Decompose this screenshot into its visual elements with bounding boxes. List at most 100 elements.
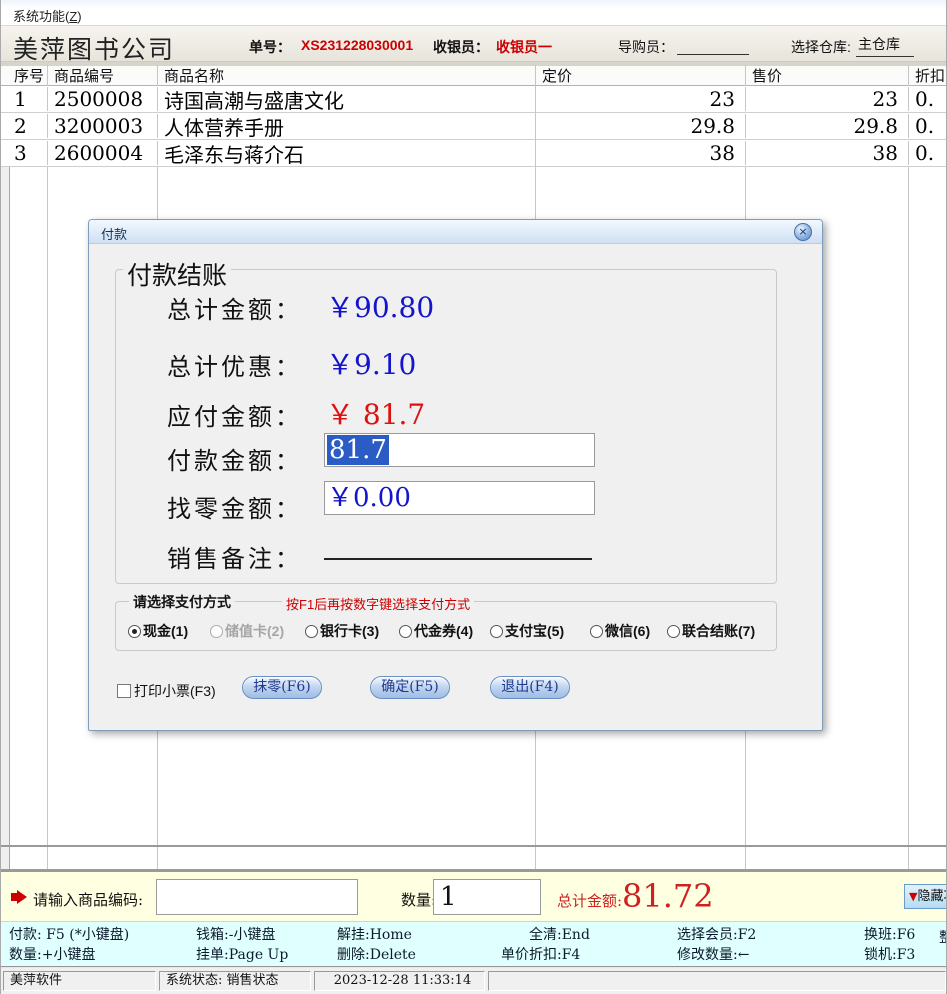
print-receipt-checkbox[interactable]: 打印小票(F3)	[117, 681, 216, 701]
grand-total-label: 总计金额:	[557, 890, 622, 911]
radio-icon	[128, 625, 141, 638]
empty-cell	[909, 167, 947, 845]
cell-index: 2	[10, 114, 48, 138]
radio-combined[interactable]: 联合结账(7)	[667, 623, 755, 639]
sale-remark-label: 销售备注：	[167, 539, 302, 574]
menu-label: 系统功能(	[13, 9, 69, 24]
item-code-label: 请输入商品编码:	[33, 889, 143, 910]
cell-code: 3200003	[48, 114, 158, 138]
cell-list-price: 23	[536, 87, 746, 111]
table-row[interactable]: 1 2500008 诗国高潮与盛唐文化 23 23 0.	[1, 86, 947, 113]
entry-bar: 请输入商品编码: 数量: 总计金额: 81.72 ▼隐藏功	[1, 871, 947, 921]
total-amount-label: 总计金额：	[167, 290, 302, 325]
radio-icon	[210, 625, 223, 638]
checkbox-icon	[117, 684, 131, 698]
pos-window: 系统功能(Z) 美萍图书公司 单号： XS231228030001 收银员： 收…	[0, 0, 947, 994]
selected-input-text: 81.7	[327, 435, 389, 465]
warehouse-select[interactable]: 主仓库	[856, 34, 914, 57]
table-row-selected[interactable]: ► 3 2600004 毛泽东与蒋介石 38 38 0.	[1, 140, 947, 167]
radio-label: 联合结账(7)	[682, 621, 755, 641]
total-amount-value: ￥90.80	[326, 286, 434, 326]
order-no-value: XS231228030001	[301, 37, 413, 53]
empty-cell	[10, 847, 48, 869]
radio-alipay[interactable]: 支付宝(5)	[490, 623, 564, 639]
empty-cell	[48, 847, 158, 869]
radio-icon	[305, 625, 318, 638]
payable-amount-label: 应付金额：	[167, 397, 302, 432]
status-app-name: 美萍软件	[3, 971, 156, 991]
company-title: 美萍图书公司	[13, 30, 175, 66]
empty-cell	[158, 847, 536, 869]
hotkey-col-member: 选择会员:F2修改数量:←	[677, 925, 756, 965]
cell-sale-price: 29.8	[746, 114, 909, 138]
payment-summary-title: 付款结账	[123, 256, 231, 292]
exit-button[interactable]: 退出(F4)	[490, 676, 570, 699]
hotkey-col-hold: 解挂:Home删除:Delete	[337, 925, 416, 965]
cell-name: 诗国高潮与盛唐文化	[158, 85, 536, 114]
item-code-input[interactable]	[156, 879, 358, 915]
cell-list-price: 38	[536, 141, 746, 165]
radio-label: 支付宝(5)	[505, 621, 564, 641]
cell-code: 2500008	[48, 87, 158, 111]
dialog-title: 付款	[101, 224, 127, 243]
guide-label: 导购员：	[618, 37, 674, 57]
cell-sale-price: 23	[746, 87, 909, 111]
hotkey-col-pay: 付款: F5 (*小键盘)数量:+小键盘	[9, 925, 129, 965]
sale-remark-input[interactable]	[324, 558, 592, 560]
grand-total-value: 81.72	[622, 877, 714, 915]
quantity-input[interactable]	[433, 879, 541, 915]
checkbox-label: 打印小票(F3)	[134, 683, 216, 699]
payment-method-hint: 按F1后再按数字键选择支付方式	[282, 594, 474, 613]
cell-name: 人体营养手册	[158, 112, 536, 141]
grid-header-code: 商品编号	[48, 65, 158, 86]
status-bar: 美萍软件 系统状态: 销售状态 2023-12-28 11:33:14	[1, 966, 947, 994]
payable-amount-value: ￥ 81.7	[326, 393, 425, 433]
grid-header-list-price: 定价	[536, 65, 746, 86]
radio-icon	[490, 625, 503, 638]
round-off-button[interactable]: 抹零(F6)	[242, 676, 322, 699]
quantity-label: 数量:	[401, 889, 436, 910]
empty-cell	[909, 847, 947, 869]
radio-label: 代金券(4)	[414, 621, 473, 641]
confirm-button[interactable]: 确定(F5)	[370, 676, 450, 699]
radio-icon	[399, 625, 412, 638]
radio-voucher[interactable]: 代金券(4)	[399, 623, 473, 639]
hotkey-bar: 付款: F5 (*小键盘)数量:+小键盘 钱箱:-小键盘挂单:Page Up 解…	[1, 921, 947, 966]
pay-amount-input[interactable]: 81.7	[324, 433, 595, 467]
radio-label: 储值卡(2)	[225, 621, 284, 641]
warehouse-label: 选择仓库:	[791, 37, 851, 57]
grid-footer-row	[1, 845, 947, 871]
hide-panel-label: 隐藏功	[917, 888, 947, 903]
empty-cell	[10, 167, 48, 845]
payment-dialog: 付款 × 付款结账 总计金额： ￥90.80 总计优惠： ￥9.10 应付金额：…	[88, 219, 823, 731]
grid-header-index: 序号	[10, 65, 48, 86]
grid-header-row: 序号 商品编号 商品名称 定价 售价 折扣	[1, 66, 947, 86]
empty-cell	[536, 847, 746, 869]
pay-amount-label: 付款金额：	[167, 441, 302, 476]
radio-bank-card[interactable]: 银行卡(3)	[305, 623, 379, 639]
cell-index: 3	[10, 141, 48, 165]
radio-icon	[590, 625, 603, 638]
empty-cell	[746, 847, 909, 869]
change-amount-field[interactable]: ￥0.00	[324, 481, 595, 515]
radio-wechat[interactable]: 微信(6)	[590, 623, 650, 639]
change-amount-label: 找零金额：	[167, 489, 302, 524]
cell-discount: 0.	[909, 114, 947, 138]
cell-discount: 0.	[909, 87, 947, 111]
empty-cell	[1, 847, 10, 869]
table-row[interactable]: 2 3200003 人体营养手册 29.8 29.8 0.	[1, 113, 947, 140]
close-icon[interactable]: ×	[794, 223, 812, 241]
cell-index: 1	[10, 87, 48, 111]
status-empty-panel	[488, 971, 946, 991]
guide-blank-field[interactable]	[677, 54, 749, 55]
radio-label: 现金(1)	[143, 621, 188, 641]
hotkey-col-shift: 换班:F6锁机:F3	[864, 925, 915, 965]
radio-cash[interactable]: 现金(1)	[128, 623, 188, 639]
radio-stored-value-card: 储值卡(2)	[210, 623, 284, 639]
radio-label: 银行卡(3)	[320, 621, 379, 641]
menu-system-functions[interactable]: 系统功能(Z)	[9, 5, 86, 26]
dialog-title-bar[interactable]: 付款 ×	[89, 220, 822, 244]
grid-header-discount: 折扣	[909, 65, 947, 86]
hide-panel-button[interactable]: ▼隐藏功	[904, 884, 947, 909]
total-discount-value: ￥9.10	[326, 343, 416, 383]
